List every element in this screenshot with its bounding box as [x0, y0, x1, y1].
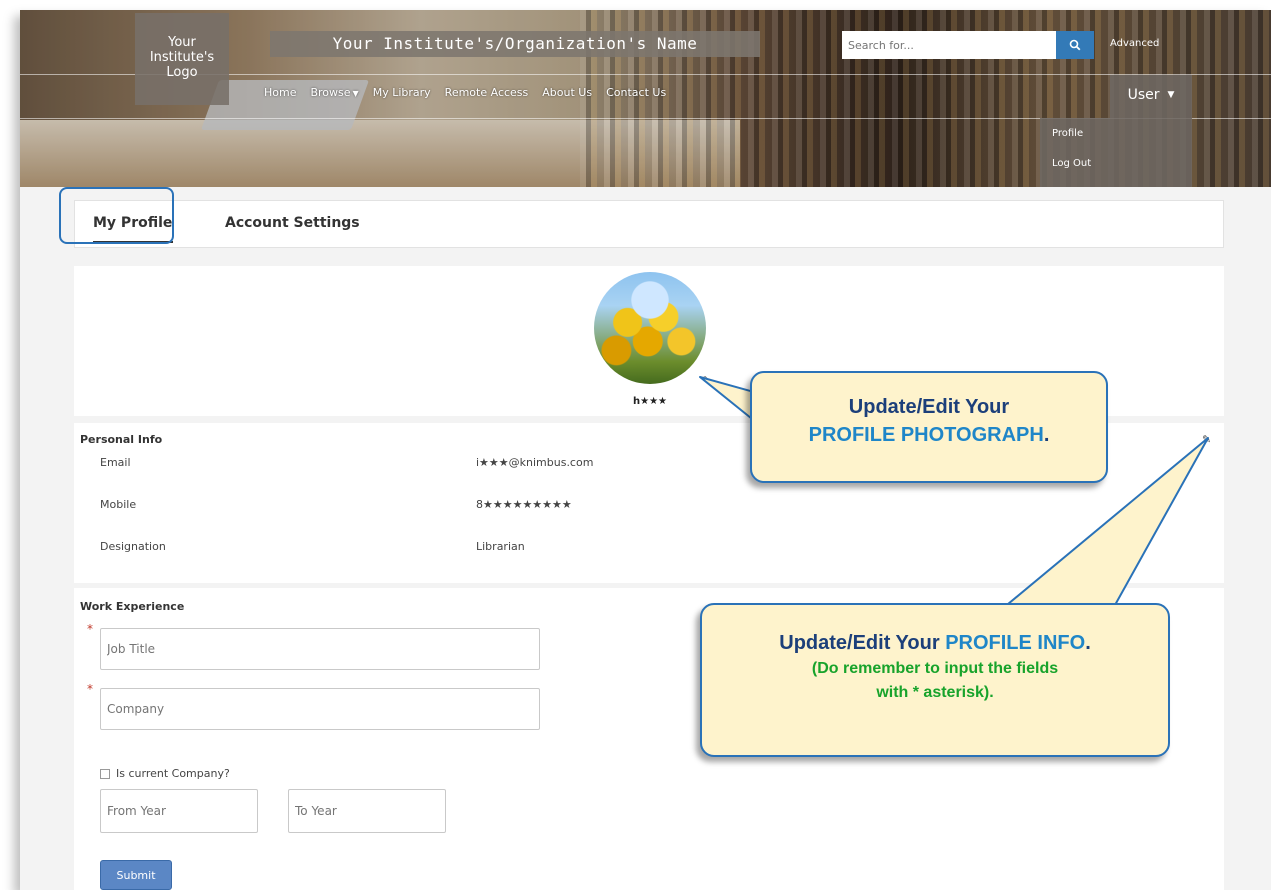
required-asterisk: *: [87, 682, 93, 696]
mobile-value: 8★★★★★★★★★: [476, 498, 572, 511]
institute-logo[interactable]: Your Institute's Logo: [135, 13, 229, 105]
mobile-label: Mobile: [100, 498, 137, 511]
nav-home[interactable]: Home: [264, 86, 296, 99]
search-icon: [1069, 39, 1081, 51]
work-experience-title: Work Experience: [80, 600, 185, 613]
search-input[interactable]: [842, 31, 1056, 59]
menu-item-log-out[interactable]: Log Out: [1052, 158, 1192, 169]
caret-down-icon: ▼: [352, 89, 359, 98]
submit-button[interactable]: Submit: [100, 860, 172, 890]
info-callout-note1: (Do remember to input the fields: [811, 660, 1059, 677]
search-button[interactable]: [1056, 31, 1094, 59]
nav-contact-us[interactable]: Contact Us: [606, 86, 666, 99]
user-menu: User ▼ Profile Log Out: [1052, 75, 1192, 187]
email-label: Email: [100, 456, 131, 469]
photo-callout-line1: Update/Edit Your: [848, 396, 1010, 418]
required-asterisk: *: [87, 622, 93, 636]
photo-callout: Update/Edit Your PROFILE PHOTOGRAPH.: [750, 371, 1108, 483]
photo-callout-keyword: PROFILE PHOTOGRAPH: [808, 424, 1044, 446]
nav-remote-access[interactable]: Remote Access: [445, 86, 529, 99]
profile-name: h★★★: [632, 396, 667, 407]
info-callout: Update/Edit Your PROFILE INFO. (Do remem…: [700, 603, 1170, 757]
personal-info-title: Personal Info: [80, 433, 163, 446]
tab-highlight-box: [59, 187, 174, 244]
menu-item-profile[interactable]: Profile: [1052, 128, 1192, 139]
advanced-search-link[interactable]: Advanced: [1110, 38, 1159, 49]
nav-browse-label: Browse: [310, 86, 351, 99]
checkbox-box[interactable]: [100, 768, 110, 779]
nav-browse[interactable]: Browse ▼: [310, 86, 358, 99]
info-callout-keyword: PROFILE INFO: [945, 632, 1086, 654]
designation-label: Designation: [100, 540, 166, 553]
info-callout-tail: .: [1085, 632, 1091, 654]
photo-callout-tail: .: [1043, 424, 1050, 446]
site-header: Your Institute's Logo Your Institute's/O…: [20, 10, 1271, 187]
edit-photo-pencil-icon[interactable]: ✎: [702, 374, 711, 387]
to-year-input[interactable]: [288, 789, 446, 833]
designation-value: Librarian: [476, 540, 525, 553]
caret-down-icon: ▼: [1167, 90, 1175, 100]
tab-account-settings[interactable]: Account Settings: [225, 215, 360, 231]
main-nav: Home Browse ▼ My Library Remote Access Ab…: [264, 86, 680, 99]
info-callout-line1: Update/Edit Your: [779, 632, 946, 654]
job-title-input[interactable]: [100, 628, 540, 670]
edit-info-pencil-icon[interactable]: ✎: [1202, 433, 1211, 446]
current-company-label: Is current Company?: [116, 767, 230, 780]
profile-tabs: My Profile Account Settings: [74, 200, 1224, 248]
from-year-input[interactable]: [100, 789, 258, 833]
user-label: User: [1127, 87, 1160, 103]
organization-name: Your Institute's/Organization's Name: [270, 31, 760, 57]
profile-avatar: [594, 272, 706, 384]
company-input[interactable]: [100, 688, 540, 730]
current-company-checkbox[interactable]: Is current Company?: [100, 767, 230, 780]
info-callout-note2: with * asterisk).: [876, 684, 994, 701]
nav-about-us[interactable]: About Us: [542, 86, 592, 99]
user-menu-button[interactable]: User ▼: [1110, 75, 1192, 115]
nav-my-library[interactable]: My Library: [373, 86, 431, 99]
email-value: i★★★@knimbus.com: [476, 456, 594, 469]
